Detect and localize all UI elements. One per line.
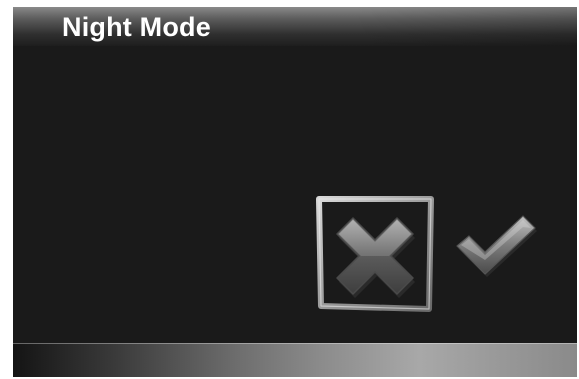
cancel-button[interactable] — [315, 196, 435, 312]
device-screen: Night Mode — [13, 7, 577, 377]
checkmark-icon — [456, 215, 537, 277]
cross-icon — [316, 196, 434, 312]
page-title: Night Mode — [62, 12, 211, 42]
title-bar: Night Mode — [13, 7, 577, 46]
confirm-button[interactable] — [451, 210, 539, 280]
bottom-bar — [13, 343, 577, 377]
content-area — [13, 46, 577, 342]
